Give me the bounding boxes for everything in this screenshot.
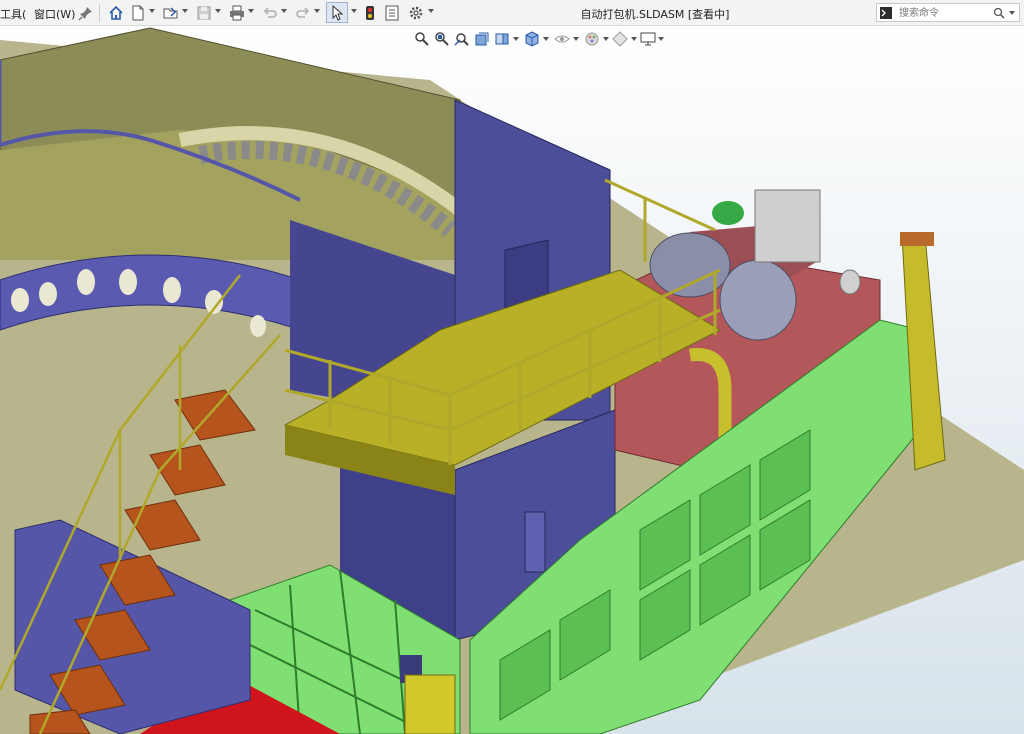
chevron-down-icon[interactable]: [543, 37, 549, 41]
select-button[interactable]: [326, 2, 348, 23]
document-title: 自动打包机.SLDASM [查看中]: [580, 8, 730, 21]
hide-show-items-icon[interactable]: [554, 31, 570, 47]
apply-scene-icon[interactable]: [612, 31, 628, 47]
gear-options-icon[interactable]: [408, 5, 424, 21]
chevron-down-icon[interactable]: [215, 9, 221, 13]
column-cap: [900, 232, 934, 246]
section-view-icon[interactable]: [474, 31, 490, 47]
graphics-viewport[interactable]: [0, 26, 1024, 734]
select-cursor-icon: [332, 5, 344, 21]
menu-tools[interactable]: 工具(: [0, 6, 26, 22]
heads-up-view-toolbar: [414, 30, 664, 48]
chevron-down-icon[interactable]: [1009, 11, 1015, 15]
redo-icon[interactable]: [295, 5, 311, 21]
chevron-down-icon[interactable]: [281, 9, 287, 13]
zoom-to-fit-icon[interactable]: [414, 31, 430, 47]
save-icon[interactable]: [196, 5, 212, 21]
motor-2: [719, 259, 797, 341]
search-box[interactable]: [876, 3, 1020, 22]
search-input[interactable]: [897, 5, 1001, 21]
new-document-icon[interactable]: [130, 5, 146, 21]
title-bar: 工具( 窗口(W) 自动打包机.SLDASM [查看中] 搜索命令: [0, 0, 1024, 26]
view-orientation-icon[interactable]: [494, 31, 510, 47]
chevron-down-icon[interactable]: [573, 37, 579, 41]
open-folder-icon[interactable]: [163, 5, 179, 21]
chevron-down-icon[interactable]: [149, 9, 155, 13]
pin-icon[interactable]: [78, 5, 94, 21]
motor-1: [649, 232, 731, 298]
command-prompt-icon: [880, 7, 892, 19]
chevron-down-icon[interactable]: [351, 9, 357, 13]
magnifier-icon[interactable]: [993, 7, 1005, 19]
chevron-down-icon[interactable]: [658, 37, 664, 41]
menu-window[interactable]: 窗口(W): [34, 6, 75, 22]
chevron-down-icon[interactable]: [631, 37, 637, 41]
undo-icon[interactable]: [262, 5, 278, 21]
display-style-icon[interactable]: [524, 31, 540, 47]
pump-green: [712, 201, 744, 225]
control-box: [754, 189, 821, 263]
chevron-down-icon[interactable]: [248, 9, 254, 13]
edit-appearance-icon[interactable]: [584, 31, 600, 47]
chevron-down-icon[interactable]: [182, 9, 188, 13]
chevron-down-icon[interactable]: [428, 9, 434, 13]
chevron-down-icon[interactable]: [513, 37, 519, 41]
home-icon[interactable]: [108, 5, 124, 21]
tower-door: [524, 511, 546, 573]
chevron-down-icon[interactable]: [314, 9, 320, 13]
zoom-area-icon[interactable]: [434, 31, 450, 47]
print-icon[interactable]: [229, 5, 245, 21]
chevron-down-icon[interactable]: [603, 37, 609, 41]
oil-filter: [839, 269, 861, 295]
traffic-light-rebuild-icon[interactable]: [362, 5, 378, 21]
valve-block: [404, 674, 456, 734]
toolbar-separator: [99, 4, 100, 22]
view-settings-icon[interactable]: [640, 31, 656, 47]
previous-view-icon[interactable]: [454, 31, 470, 47]
file-properties-icon[interactable]: [384, 5, 400, 21]
